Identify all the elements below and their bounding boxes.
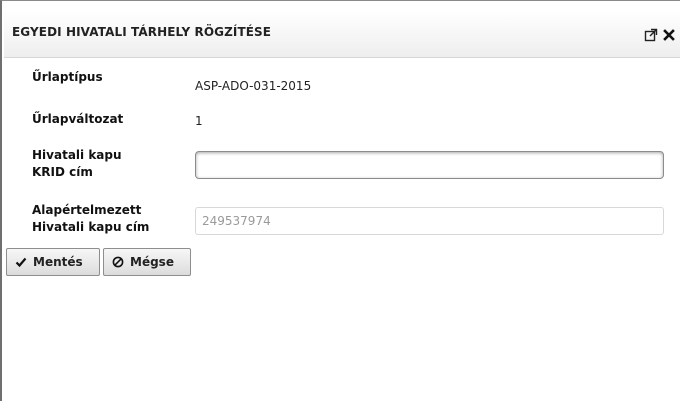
external-link-icon[interactable]	[644, 27, 658, 42]
krid-label-line1: Hivatali kapu	[32, 148, 122, 162]
krid-label: Hivatali kapu KRID cím	[32, 147, 122, 181]
dialog-titlebar: EGYEDI HIVATALI TÁRHELY RÖGZÍTÉSE	[4, 11, 680, 58]
form-type-label: Űrlaptípus	[32, 70, 103, 84]
dialog-title: EGYEDI HIVATALI TÁRHELY RÖGZÍTÉSE	[12, 25, 272, 39]
form-type-value: ASP-ADO-031-2015	[195, 79, 312, 93]
form-variant-value: 1	[195, 114, 203, 128]
save-button-label: Mentés	[33, 255, 83, 269]
default-address-label: Alapértelmezett Hivatali kapu cím	[32, 202, 149, 236]
default-label-line2: Hivatali kapu cím	[32, 220, 150, 234]
krid-address-input[interactable]	[195, 151, 664, 179]
cancel-button-label: Mégse	[130, 255, 174, 269]
krid-label-line2: KRID cím	[32, 165, 93, 179]
ban-icon	[112, 256, 124, 268]
default-address-input	[195, 207, 664, 235]
checkmark-icon	[15, 257, 27, 268]
cancel-button[interactable]: Mégse	[103, 248, 191, 276]
close-icon[interactable]	[662, 27, 676, 41]
save-button[interactable]: Mentés	[6, 248, 100, 276]
dialog-window: EGYEDI HIVATALI TÁRHELY RÖGZÍTÉSE Űrlapt…	[0, 0, 680, 401]
form-variant-label: Űrlapváltozat	[32, 112, 124, 126]
default-label-line1: Alapértelmezett	[32, 203, 142, 217]
